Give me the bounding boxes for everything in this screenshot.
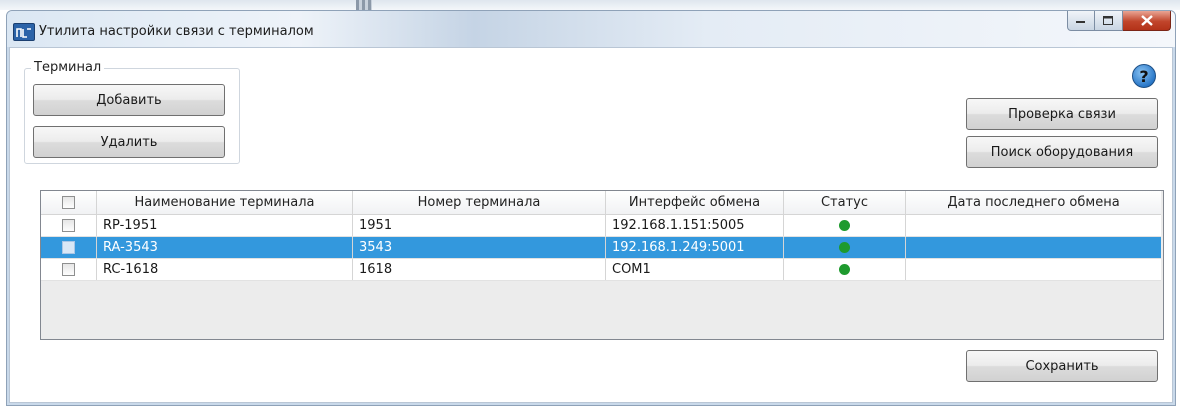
app-window: Утилита настройки связи с терминалом Тер…: [6, 10, 1176, 406]
cell-name: RP-1951: [97, 215, 353, 236]
column-header-status[interactable]: Статус: [784, 191, 906, 214]
add-button[interactable]: Добавить: [33, 84, 225, 116]
row-checkbox[interactable]: [62, 263, 75, 276]
select-all-checkbox[interactable]: [62, 196, 75, 209]
cell-last-exchange: [906, 215, 1161, 236]
close-icon: [1140, 15, 1153, 26]
row-checkbox-cell: [41, 215, 97, 236]
find-equipment-button[interactable]: Поиск оборудования: [966, 136, 1158, 168]
table-row[interactable]: RC-1618 1618 COM1: [41, 259, 1161, 281]
maximize-button[interactable]: [1095, 11, 1123, 31]
table-header: Наименование терминала Номер терминала И…: [41, 191, 1161, 215]
terminal-group-label: Терминал: [31, 60, 105, 75]
window-title: Утилита настройки связи с терминалом: [39, 24, 314, 39]
save-button[interactable]: Сохранить: [966, 350, 1158, 382]
delete-button[interactable]: Удалить: [33, 126, 225, 158]
row-checkbox[interactable]: [62, 241, 75, 254]
cell-status: [784, 259, 906, 280]
column-header-interface[interactable]: Интерфейс обмена: [606, 191, 784, 214]
background-strip: [0, 0, 1180, 10]
check-connection-button[interactable]: Проверка связи: [966, 98, 1158, 130]
cell-number: 1951: [353, 215, 606, 236]
background-fragment: [356, 0, 372, 10]
status-online-icon: [839, 220, 850, 231]
minimize-button[interactable]: [1067, 11, 1095, 31]
cell-number: 3543: [353, 237, 606, 258]
terminals-table: Наименование терминала Номер терминала И…: [40, 190, 1164, 340]
row-checkbox-cell: [41, 259, 97, 280]
cell-name: RA-3543: [97, 237, 353, 258]
cell-interface: 192.168.1.249:5001: [606, 237, 784, 258]
column-header-name[interactable]: Наименование терминала: [97, 191, 353, 214]
window-content: Терминал Добавить Удалить ? Проверка свя…: [9, 47, 1173, 403]
cell-interface: COM1: [606, 259, 784, 280]
maximize-icon: [1103, 15, 1113, 25]
cell-last-exchange: [906, 259, 1161, 280]
table-row-selected[interactable]: RA-3543 3543 192.168.1.249:5001: [41, 237, 1161, 259]
cell-last-exchange: [906, 237, 1161, 258]
app-icon: [13, 23, 35, 41]
cell-status: [784, 237, 906, 258]
status-online-icon: [839, 242, 850, 253]
window-controls: [1067, 11, 1171, 31]
table-row[interactable]: RP-1951 1951 192.168.1.151:5005: [41, 215, 1161, 237]
row-checkbox[interactable]: [62, 219, 75, 232]
cell-number: 1618: [353, 259, 606, 280]
column-header-last-exchange[interactable]: Дата последнего обмена: [906, 191, 1161, 214]
title-bar[interactable]: Утилита настройки связи с терминалом: [7, 11, 1175, 47]
status-online-icon: [839, 264, 850, 275]
cell-name: RC-1618: [97, 259, 353, 280]
row-checkbox-cell: [41, 237, 97, 258]
column-header-number[interactable]: Номер терминала: [353, 191, 606, 214]
select-all-cell: [41, 191, 97, 214]
cell-status: [784, 215, 906, 236]
close-button[interactable]: [1123, 11, 1171, 31]
cell-interface: 192.168.1.151:5005: [606, 215, 784, 236]
minimize-icon: [1076, 20, 1085, 23]
help-icon[interactable]: ?: [1132, 64, 1156, 88]
